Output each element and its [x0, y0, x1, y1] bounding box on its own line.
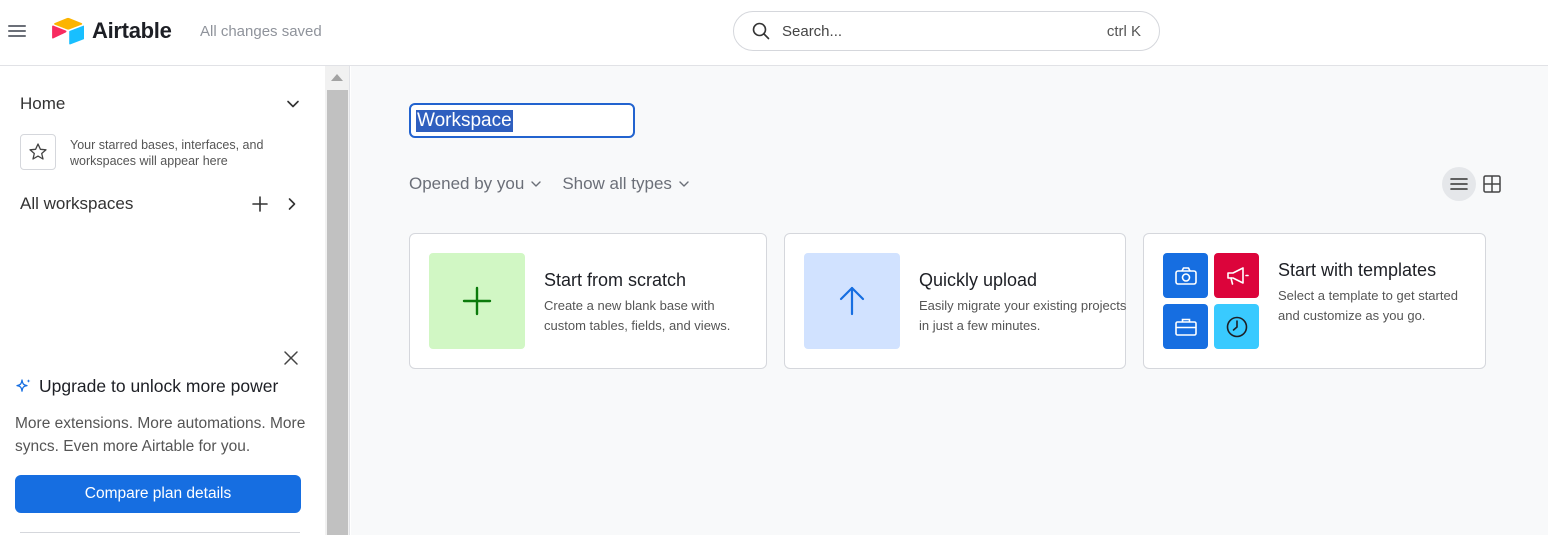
- clock-icon: [1226, 316, 1247, 337]
- chevron-down-icon: [531, 181, 542, 187]
- sidebar-scrollbar[interactable]: [325, 66, 350, 535]
- starred-empty-text: Your starred bases, interfaces, and work…: [70, 138, 264, 168]
- workspace-name-selected-text: Workspace: [416, 109, 513, 132]
- briefcase-icon: [1174, 318, 1197, 336]
- list-view-button[interactable]: [1442, 167, 1476, 201]
- main-content: Workspace Opened by you Show all types S…: [351, 66, 1548, 535]
- search-shortcut: ctrl K: [1106, 22, 1141, 40]
- filter-label: Show all types: [562, 174, 672, 193]
- template-tile: [1214, 253, 1259, 298]
- chevron-down-icon: [679, 181, 689, 187]
- save-status: All changes saved: [200, 23, 322, 40]
- start-from-scratch-card[interactable]: Start from scratch Create a new blank ba…: [409, 233, 767, 369]
- close-icon[interactable]: [283, 350, 299, 366]
- logo[interactable]: Airtable: [52, 17, 172, 45]
- template-tile: [1163, 253, 1208, 298]
- scroll-thumb[interactable]: [327, 90, 348, 535]
- chevron-right-icon: [288, 198, 296, 210]
- search-bar[interactable]: ctrl K: [733, 11, 1160, 51]
- compare-plan-button[interactable]: Compare plan details: [15, 475, 301, 513]
- filter-bar: Opened by you Show all types: [409, 174, 690, 194]
- chevron-down-icon[interactable]: [286, 97, 300, 111]
- card-icon-box: [804, 253, 900, 349]
- card-title: Start with templates: [1278, 260, 1437, 280]
- upgrade-title-text: Upgrade to unlock more power: [39, 376, 279, 396]
- arrow-up-icon: [839, 286, 865, 316]
- camera-icon: [1174, 266, 1197, 285]
- megaphone-icon: [1226, 266, 1249, 285]
- workspace-name-input[interactable]: Workspace: [409, 103, 635, 138]
- sparkle-icon: [16, 378, 31, 392]
- card-title: Quickly upload: [919, 270, 1038, 290]
- top-bar: Airtable All changes saved ctrl K: [0, 0, 1548, 66]
- sidebar-home[interactable]: Home: [20, 94, 300, 114]
- sidebar-divider: [20, 532, 300, 533]
- star-placeholder: [20, 134, 56, 170]
- templates-icon-grid: [1163, 253, 1259, 349]
- search-input[interactable]: [782, 22, 1107, 40]
- plus-icon: [462, 286, 492, 316]
- expand-workspaces-button[interactable]: [284, 196, 300, 212]
- upgrade-description: More extensions. More automations. More …: [15, 415, 306, 455]
- card-description: Easily migrate your existing projects in…: [919, 298, 1127, 333]
- card-icon-box: [429, 253, 525, 349]
- template-tile: [1214, 304, 1259, 349]
- upgrade-title: Upgrade to unlock more power: [15, 376, 278, 397]
- card-description: Select a template to get started and cus…: [1278, 288, 1458, 323]
- card-title: Start from scratch: [544, 270, 687, 290]
- plus-icon: [252, 196, 268, 212]
- sidebar-all-workspaces[interactable]: All workspaces: [20, 194, 300, 214]
- search-icon: [752, 22, 770, 40]
- card-description: Create a new blank base with custom tabl…: [544, 298, 731, 333]
- scroll-up-arrow[interactable]: [331, 74, 343, 81]
- sidebar-home-label: Home: [20, 94, 66, 113]
- grid-icon: [1483, 175, 1501, 193]
- add-workspace-button[interactable]: [250, 194, 270, 214]
- sidebar-workspaces-label[interactable]: All workspaces: [20, 194, 250, 214]
- list-icon: [1450, 178, 1468, 190]
- brand-name: Airtable: [92, 18, 172, 43]
- quickly-upload-card[interactable]: Quickly upload Easily migrate your exist…: [784, 233, 1126, 369]
- filter-show-all-types[interactable]: Show all types: [562, 174, 690, 194]
- menu-icon[interactable]: [8, 22, 26, 40]
- filter-label: Opened by you: [409, 174, 525, 193]
- star-icon: [29, 143, 47, 160]
- sidebar: Home Your starred bases, interfaces, and…: [0, 66, 325, 535]
- template-tile: [1163, 304, 1208, 349]
- grid-view-button[interactable]: [1482, 174, 1502, 194]
- start-with-templates-card[interactable]: Start with templates Select a template t…: [1143, 233, 1486, 369]
- airtable-logo-icon: [52, 17, 84, 45]
- filter-opened-by-you[interactable]: Opened by you: [409, 174, 542, 194]
